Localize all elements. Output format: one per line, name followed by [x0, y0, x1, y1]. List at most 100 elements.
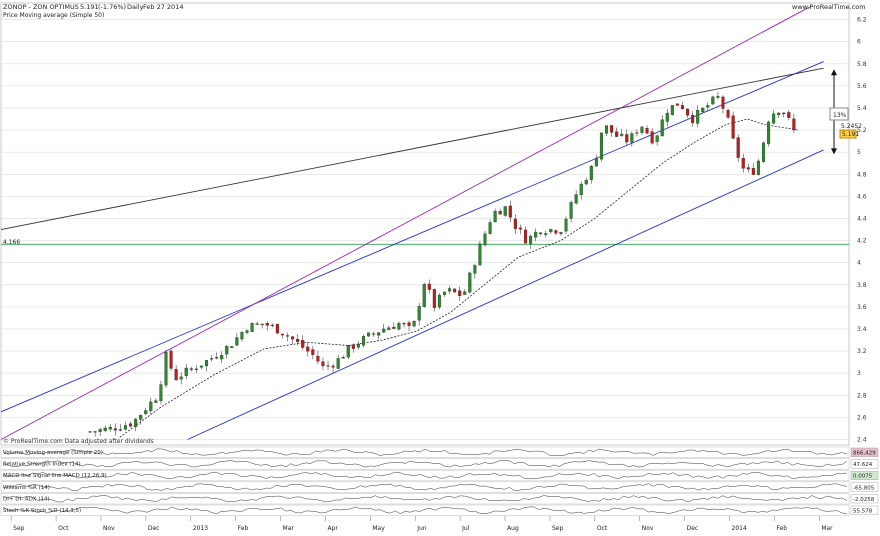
x-tick-label: Sep [552, 525, 564, 532]
y-tick-label: 3.6 [857, 304, 867, 311]
candle-body [751, 168, 755, 175]
x-tick-label: Mar [821, 525, 833, 532]
x-tick-label: Jun [416, 525, 427, 532]
candle-body [144, 410, 148, 414]
candle-body [574, 194, 578, 204]
candle-body [534, 231, 538, 238]
candle-body [210, 358, 214, 360]
y-tick-label: 2.8 [857, 392, 867, 399]
last-price: 5.191 [80, 3, 99, 11]
candle-body [103, 427, 107, 431]
candle-body [331, 365, 335, 368]
candle-body [270, 324, 274, 326]
candle-body [397, 323, 401, 330]
candle-body [787, 112, 791, 118]
candle-body [756, 160, 760, 175]
price-label-1: 5.2452 [841, 123, 862, 130]
main-panel-frame [0, 2, 850, 446]
x-tick-label: Aug [507, 525, 519, 532]
candle-body [706, 105, 710, 108]
y-tick-label: 6.2 [857, 17, 867, 24]
candle-body [458, 290, 462, 296]
candle-body [341, 357, 345, 359]
candle-body [503, 206, 507, 216]
candle-body [630, 133, 634, 143]
x-tick-label: Oct [58, 525, 69, 532]
candle-body [260, 323, 264, 325]
candle-body [296, 338, 300, 342]
annotation-text: 13% [833, 112, 847, 119]
y-tick-label: 2.4 [857, 436, 867, 443]
candle-body [98, 429, 102, 432]
candle-body [113, 428, 117, 431]
x-tick-label: Oct [597, 525, 608, 532]
candle-body [589, 165, 593, 180]
candle-body [650, 131, 654, 144]
candle-body [645, 128, 649, 134]
candle-body [301, 340, 305, 348]
x-tick-label: Apr [327, 525, 338, 532]
candle-body [149, 401, 153, 411]
candle-body [387, 327, 391, 331]
candle-body [761, 142, 766, 162]
y-tick-label: 5 [857, 149, 861, 156]
x-axis: Sep Oct Nov Dec 2013 Feb Mar Apr May Jun Jul Aug Sep… [10, 516, 833, 532]
candle-body [792, 118, 796, 131]
candle-body [174, 369, 178, 381]
candle-body [159, 384, 163, 402]
candle-body [134, 418, 138, 428]
candle-body [746, 167, 750, 170]
candle-body [164, 351, 168, 386]
candle-body [225, 346, 229, 355]
site-label: www.ProRealTime.com [792, 3, 866, 11]
stoch-panel [0, 504, 850, 516]
y-tick-label: 4.2 [857, 238, 867, 245]
candle-body [417, 306, 421, 321]
candle-body [716, 95, 720, 98]
candle-body [230, 346, 234, 348]
candle-body [194, 368, 198, 370]
stoch-label: Stoch %K Stoch %D (14,3,5) [3, 508, 81, 514]
candle-body [544, 233, 548, 235]
x-tick-label: Feb [776, 525, 787, 532]
candle-body [316, 355, 320, 362]
rsi-panel [0, 458, 850, 470]
y-tick-label: 2.6 [857, 414, 867, 421]
candle-body [422, 284, 426, 307]
candle-body [584, 180, 588, 185]
candle-body [731, 115, 735, 139]
candle-body [711, 96, 715, 105]
williams-label: Williams %R (14) [3, 485, 50, 491]
candle-body [594, 158, 598, 167]
candle-body [493, 211, 497, 223]
candle-body [291, 336, 295, 340]
y-tick-label: 4 [857, 260, 861, 267]
candle-body [736, 137, 740, 158]
candle-body [665, 112, 669, 122]
candle-body [285, 335, 290, 337]
candle-body [635, 132, 639, 134]
x-tick-label: 2014 [732, 525, 747, 532]
candle-body [123, 425, 128, 430]
candle-body [569, 202, 573, 219]
candle-body [559, 232, 563, 234]
candle-body [235, 337, 239, 346]
candle-body [265, 323, 269, 326]
candle-body [721, 96, 725, 109]
candle-body [326, 365, 330, 367]
candle-body [215, 357, 219, 359]
x-tick-label: Jul [461, 525, 470, 532]
x-tick-label: Mar [283, 525, 295, 532]
candle-body [473, 265, 477, 274]
candle-body [726, 110, 730, 118]
candle-body [361, 336, 366, 346]
indicator-label: Price Moving average (Simple 50) [3, 12, 104, 19]
candle-body [311, 349, 315, 355]
candle-body [772, 113, 776, 124]
candle-body [660, 119, 664, 137]
candle-body [220, 355, 224, 360]
price-chart: 2.42.62.833.23.43.63.844.24.44.64.855.25… [0, 2, 879, 532]
macd-label: MACD line Signal line MACD (12,26,9) [3, 473, 107, 479]
rsi-label: Relative Strength Index (14) [3, 462, 81, 468]
y-tick-label: 6 [857, 39, 861, 46]
